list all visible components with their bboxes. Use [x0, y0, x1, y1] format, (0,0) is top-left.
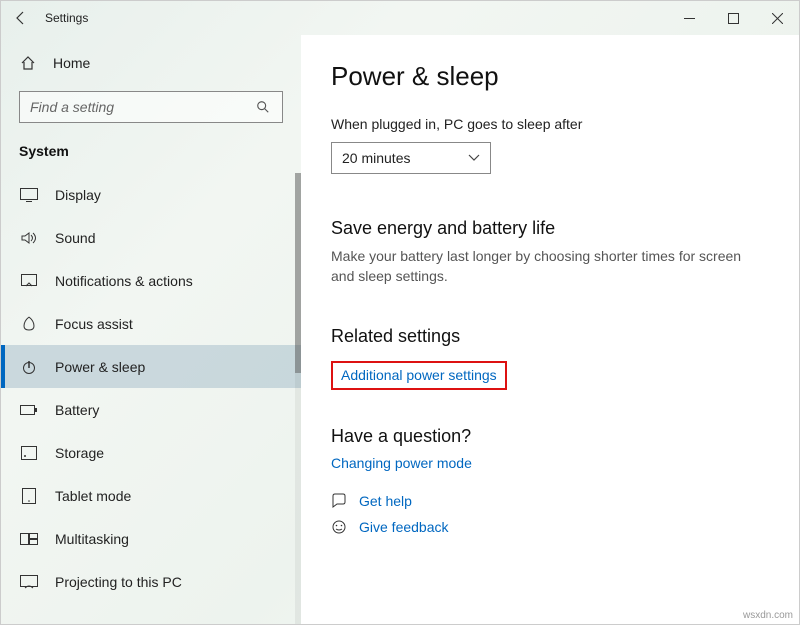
storage-icon — [19, 446, 39, 460]
sidebar-item-label: Display — [55, 187, 101, 203]
sidebar-item-multitasking[interactable]: Multitasking — [1, 517, 301, 560]
window-title: Settings — [45, 11, 88, 25]
related-highlight: Additional power settings — [331, 361, 507, 390]
sound-icon — [19, 231, 39, 245]
sidebar-nav: Display Sound Notifications & actions Fo… — [1, 173, 301, 624]
home-icon — [19, 55, 37, 71]
home-label: Home — [53, 55, 90, 71]
sleep-dropdown[interactable]: 20 minutes — [331, 142, 491, 174]
sidebar-item-label: Multitasking — [55, 531, 129, 547]
question-link[interactable]: Changing power mode — [331, 455, 472, 471]
sidebar-item-projecting[interactable]: Projecting to this PC — [1, 560, 301, 603]
help-icon — [331, 493, 349, 509]
sidebar: Home System Display Sound — [1, 35, 301, 624]
search-icon — [256, 100, 272, 114]
search-box[interactable] — [19, 91, 283, 123]
sidebar-item-label: Tablet mode — [55, 488, 131, 504]
sidebar-item-label: Projecting to this PC — [55, 574, 182, 590]
get-help-link[interactable]: Get help — [331, 493, 769, 509]
sidebar-item-battery[interactable]: Battery — [1, 388, 301, 431]
back-button[interactable] — [11, 8, 31, 28]
give-feedback-link[interactable]: Give feedback — [331, 519, 769, 535]
content-pane: Power & sleep When plugged in, PC goes t… — [301, 35, 799, 624]
sidebar-item-sound[interactable]: Sound — [1, 216, 301, 259]
watermark: wsxdn.com — [743, 610, 793, 621]
notifications-icon — [19, 274, 39, 288]
titlebar: Settings — [1, 1, 799, 35]
give-feedback-label: Give feedback — [359, 519, 449, 535]
multitasking-icon — [19, 533, 39, 545]
sidebar-home[interactable]: Home — [1, 49, 301, 77]
window-controls — [667, 3, 799, 33]
additional-power-link[interactable]: Additional power settings — [341, 367, 497, 383]
save-energy-desc: Make your battery last longer by choosin… — [331, 247, 761, 286]
body: Home System Display Sound — [1, 35, 799, 624]
sidebar-item-label: Power & sleep — [55, 359, 145, 375]
sidebar-item-label: Battery — [55, 402, 99, 418]
power-icon — [19, 359, 39, 375]
sidebar-item-notifications[interactable]: Notifications & actions — [1, 259, 301, 302]
tablet-icon — [19, 488, 39, 504]
sidebar-item-label: Storage — [55, 445, 104, 461]
feedback-icon — [331, 519, 349, 535]
get-help-label: Get help — [359, 493, 412, 509]
sidebar-category: System — [1, 137, 301, 173]
sleep-label: When plugged in, PC goes to sleep after — [331, 116, 769, 132]
page-title: Power & sleep — [331, 61, 769, 92]
sidebar-item-label: Focus assist — [55, 316, 133, 332]
sidebar-item-tablet[interactable]: Tablet mode — [1, 474, 301, 517]
search-input[interactable] — [30, 99, 256, 115]
maximize-button[interactable] — [711, 3, 755, 33]
chevron-down-icon — [468, 154, 480, 162]
minimize-button[interactable] — [667, 3, 711, 33]
sidebar-item-label: Sound — [55, 230, 95, 246]
battery-icon — [19, 404, 39, 416]
sidebar-item-display[interactable]: Display — [1, 173, 301, 216]
close-button[interactable] — [755, 3, 799, 33]
focus-icon — [19, 316, 39, 332]
save-energy-heading: Save energy and battery life — [331, 218, 769, 239]
sidebar-item-storage[interactable]: Storage — [1, 431, 301, 474]
sleep-dropdown-value: 20 minutes — [342, 150, 410, 166]
help-links: Get help Give feedback — [331, 493, 769, 535]
question-heading: Have a question? — [331, 426, 769, 447]
display-icon — [19, 188, 39, 202]
sidebar-item-label: Notifications & actions — [55, 273, 193, 289]
settings-window: Settings Home — [0, 0, 800, 625]
related-heading: Related settings — [331, 326, 769, 347]
projecting-icon — [19, 575, 39, 589]
sidebar-item-power-sleep[interactable]: Power & sleep — [1, 345, 301, 388]
sidebar-item-focus[interactable]: Focus assist — [1, 302, 301, 345]
